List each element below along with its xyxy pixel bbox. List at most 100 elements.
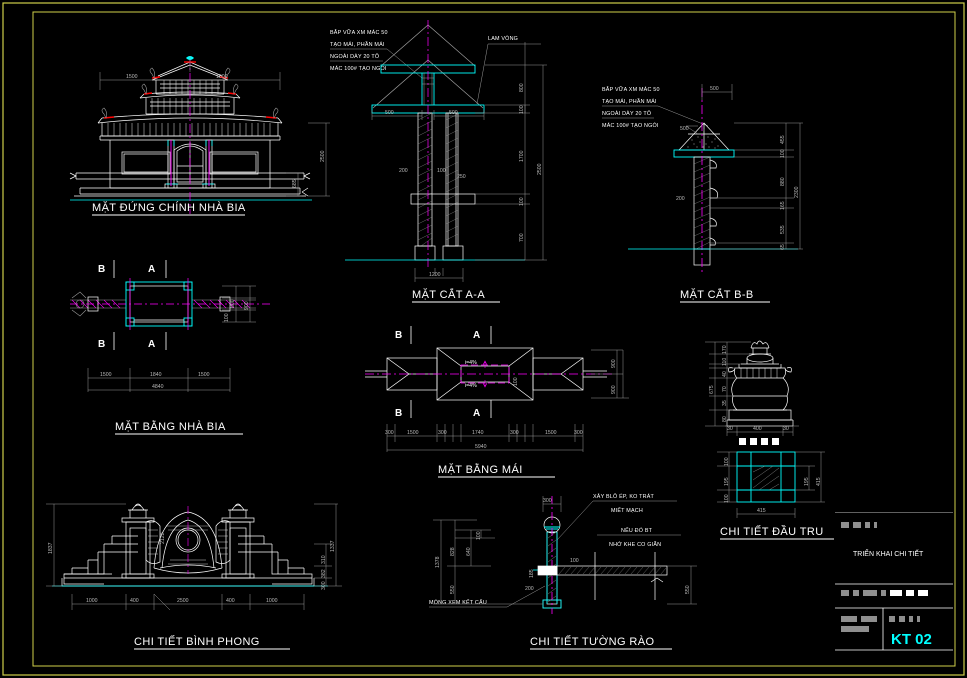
dim-dautru-400: 400 — [753, 426, 762, 432]
dim-aa-v1700: 1700 — [519, 150, 525, 162]
dim-aa-eave-right: 500 — [449, 110, 458, 116]
label-main-elevation: MẶT ĐỨNG CHÍNH NHÀ BIA — [92, 201, 246, 216]
dim-dautru-30l: 30 — [727, 426, 733, 432]
note-mong-ket-cau: MÓNG XEM KẾT CẤU — [429, 599, 487, 606]
view-plan-nha-bia: B B A A 800 900 100 1500 1840 1500 4840 — [70, 260, 270, 392]
dim-aa-eave-left: 500 — [385, 110, 394, 116]
title-section-bb: MẶT CẮT B-B — [680, 288, 754, 301]
dim-plan-total: 4840 — [152, 384, 164, 390]
dim-roof-inner100: 100 — [513, 377, 519, 386]
title-binh-phong: CHI TIẾT BÌNH PHONG — [134, 635, 260, 648]
dim-plan-mid: 1840 — [150, 372, 162, 378]
note-section-aa: BẮP VỮA XM MÁC 50 TẠO MÁI, PHẦN MÁI NGOÀ… — [330, 28, 388, 72]
title-section-aa: MẶT CẮT A-A — [412, 288, 485, 301]
dim-dautru-30r: 30 — [783, 426, 789, 432]
slope-bottom: i=4% — [465, 383, 477, 389]
dim-tr-828: 828 — [450, 547, 456, 556]
label-tuong-rao: CHI TIẾT TƯỜNG RÀO — [530, 635, 672, 650]
dim-tr-top300: 300 — [543, 498, 552, 504]
dim-bp-1000l: 1000 — [86, 598, 98, 604]
title-plan-nha-bia: MẶT BẰNG NHÀ BIA — [115, 420, 226, 433]
dim-elev-left-span: 1500 — [126, 74, 138, 80]
dim-bb-v100: 100 — [780, 149, 786, 158]
dim-tr-100w: 100 — [570, 558, 579, 564]
title-block: TRIỂN KHAI CHI TIẾT KT 02 — [835, 512, 953, 651]
dim-bp-300: 300 — [321, 581, 327, 590]
mark-a-bottom: A — [148, 339, 155, 350]
title-block-section-label: TRIỂN KHAI CHI TIẾT — [853, 548, 924, 558]
view-main-elevation: 1500 1500 2500 685 — [69, 56, 330, 214]
drawing-code: KT 02 — [891, 631, 932, 648]
dim-bb-v455: 455 — [780, 135, 786, 144]
redacted-text-rows — [841, 522, 920, 632]
dim-bp-1000r: 1000 — [266, 598, 278, 604]
dim-bb-v535: 535 — [780, 225, 786, 234]
view-roof-plan: B B A A i=4% i=4% 100 900 900 300 1500 3… — [365, 326, 629, 452]
dim-dautru-total: 675 — [709, 385, 715, 394]
dim-roof-d5: 300 — [510, 430, 519, 436]
dim-roof-d6: 1500 — [545, 430, 557, 436]
label-binh-phong: CHI TIẾT BÌNH PHONG — [134, 635, 290, 650]
title-main-elevation: MẶT ĐỨNG CHÍNH NHÀ BIA — [92, 201, 246, 214]
dim-dautru-80: 80 — [722, 416, 728, 422]
dim-roof-900-top: 900 — [611, 359, 617, 368]
dim-roof-900-bottom: 900 — [611, 385, 617, 394]
dim-tr-1378: 1378 — [435, 556, 441, 568]
dim-roof-d7: 300 — [574, 430, 583, 436]
mark-roof-b-top: B — [395, 330, 402, 341]
dim-dautru-70: 70 — [722, 386, 728, 392]
view-section-bb: BẮP VỮA XM MÁC 50 TẠO MÁI, PHẦN MÁI NGOÀ… — [602, 84, 803, 274]
svg-text:BẮP VỮA XM MÁC 50: BẮP VỮA XM MÁC 50 — [330, 28, 388, 36]
svg-text:BẮP VỮA XM MÁC 50: BẮP VỮA XM MÁC 50 — [602, 85, 660, 93]
dim-bp-1837: 1837 — [48, 542, 54, 554]
view-binh-phong: 1837 2122 1337 310 382 300 1000 400 2500… — [46, 503, 342, 611]
svg-text:MÁC 100# TẠO NGÓI: MÁC 100# TẠO NGÓI — [330, 65, 387, 72]
dim-plan-left: 1500 — [100, 372, 112, 378]
svg-text:TẠO MÁI, PHẦN MÁI: TẠO MÁI, PHẦN MÁI — [602, 98, 657, 105]
label-roof-plan: MẶT BẰNG MÁI — [438, 463, 555, 478]
dim-aa-base-width: 1200 — [429, 272, 441, 278]
dim-aa-total: 2500 — [537, 163, 543, 175]
dim-aa-v800: 800 — [519, 83, 525, 92]
dim-aa-v700: 700 — [519, 233, 525, 242]
svg-text:MÁC 100# TẠO NGÓI: MÁC 100# TẠO NGÓI — [602, 122, 659, 129]
label-section-bb: MẶT CẮT B-B — [680, 288, 770, 303]
dim-plan-side100: 100 — [224, 313, 230, 322]
view-tuong-rao: XÂY BLÔ ÉP, KO TRÁT MIẾT MẠCH NẾU ĐỔ BT … — [429, 493, 697, 614]
cad-drawing-sheet: 1500 1500 2500 685 MẶT ĐỨNG CHÍNH NHÀ BI… — [0, 0, 967, 678]
dim-bp-arch: 2122 — [160, 532, 166, 544]
svg-text:NGOÀI DÀY 20 TÔ: NGOÀI DÀY 20 TÔ — [330, 53, 379, 60]
note-miet-mach: MIẾT MẠCH — [611, 507, 643, 514]
dim-aa-v100a: 100 — [519, 105, 525, 114]
dim-bp-400r: 400 — [226, 598, 235, 604]
svg-text:NGOÀI DÀY 20 TÔ: NGOÀI DÀY 20 TÔ — [602, 110, 651, 117]
dim-bp-1337: 1337 — [330, 540, 336, 552]
dim-roof-total: 5940 — [475, 444, 487, 450]
title-roof-plan: MẶT BẰNG MÁI — [438, 463, 523, 476]
dim-bb-top500: 500 — [710, 86, 719, 92]
dim-bp-400l: 400 — [130, 598, 139, 604]
mark-roof-b-bottom: B — [395, 408, 402, 419]
dim-roof-d3: 300 — [438, 430, 447, 436]
dim-aa-inner-a: 100 — [437, 168, 446, 174]
dim-plan-side800: 800 — [230, 299, 236, 308]
dim-tr-550: 550 — [450, 585, 456, 594]
dim-dautru-40: 40 — [722, 371, 728, 377]
dim-bb-v880: 880 — [780, 177, 786, 186]
label-lam-vong: LAM VÒNG — [488, 35, 518, 42]
dim-tr-185: 185 — [529, 569, 535, 578]
label-plan-nha-bia: MẶT BẰNG NHÀ BIA — [115, 420, 243, 435]
mark-a-top: A — [148, 264, 155, 275]
dim-bb-total: 2300 — [794, 186, 800, 198]
dim-plan-right: 1500 — [198, 372, 210, 378]
dim-plan-side900: 900 — [244, 301, 250, 310]
dim-roof-d2: 1500 — [407, 430, 419, 436]
dim-bb-v65: 65 — [780, 244, 786, 250]
dim-dautru-110: 110 — [722, 358, 728, 366]
dim-roof-d1: 300 — [385, 430, 394, 436]
mark-b-top: B — [98, 264, 105, 275]
title-tuong-rao: CHI TIẾT TƯỜNG RÀO — [530, 635, 654, 648]
dim-aa-v100b: 100 — [519, 197, 525, 206]
dim-tr-100: 100 — [476, 531, 482, 540]
dim-dautru-170: 170 — [722, 345, 728, 354]
